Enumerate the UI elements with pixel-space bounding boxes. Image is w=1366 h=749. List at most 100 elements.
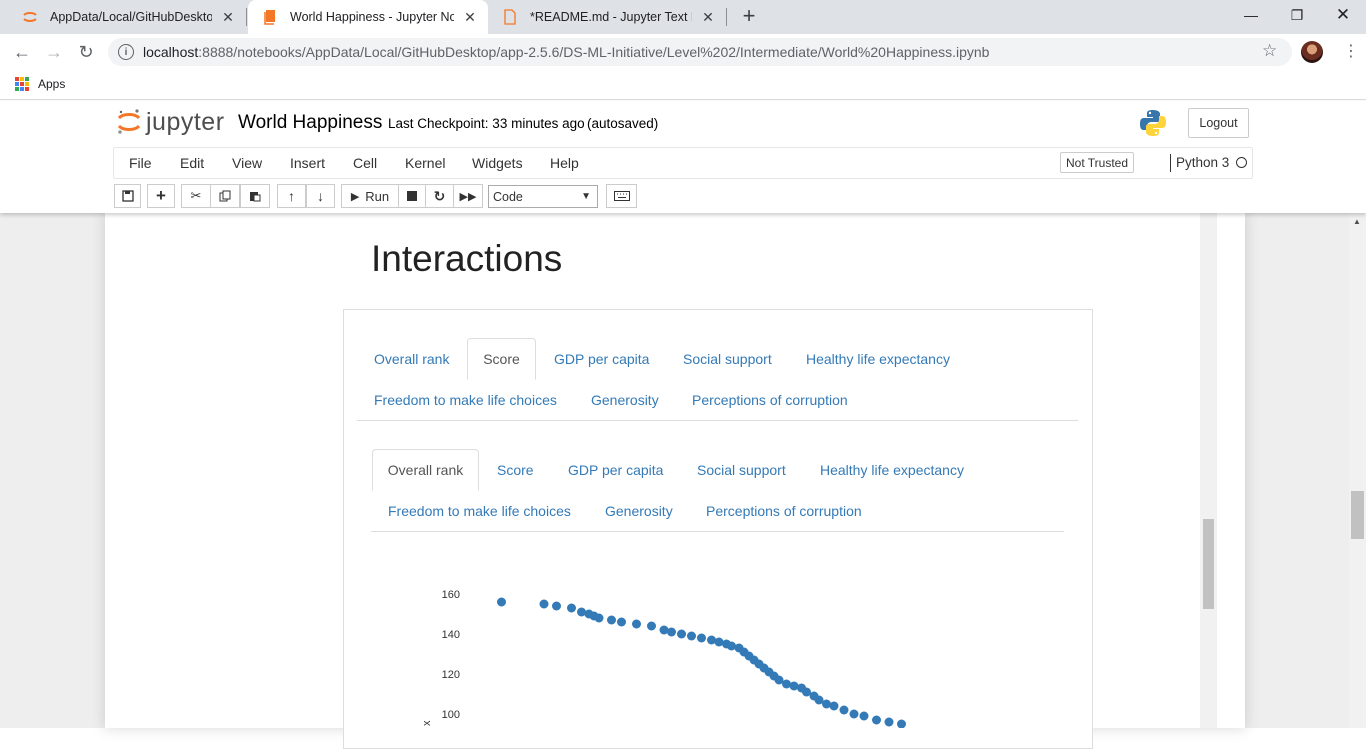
close-window-icon[interactable]: ✕ xyxy=(1320,0,1366,30)
cut-button[interactable]: ✂ xyxy=(181,184,211,208)
browser-tab-2[interactable]: World Happiness - Jupyter Noteb ✕ xyxy=(248,0,488,34)
outer-tab-freedom[interactable]: Freedom to make life choices xyxy=(374,379,557,421)
browser-tab-title: World Happiness - Jupyter Noteb xyxy=(290,10,454,24)
play-icon: ▶ xyxy=(350,190,360,203)
close-tab-icon[interactable]: ✕ xyxy=(462,9,478,25)
back-arrow-icon[interactable]: ← xyxy=(8,38,36,66)
move-up-button[interactable]: ↑ xyxy=(277,184,306,208)
apps-bookmark[interactable]: Apps xyxy=(38,77,65,91)
restart-icon: ↻ xyxy=(433,187,446,204)
page-scrollbar[interactable]: ▲ xyxy=(1349,213,1366,728)
close-tab-icon[interactable]: ✕ xyxy=(220,9,236,25)
interrupt-button[interactable] xyxy=(398,184,426,208)
reload-icon[interactable]: ↻ xyxy=(72,38,100,66)
restart-run-all-button[interactable]: ▶▶ xyxy=(453,184,483,208)
menu-insert[interactable]: Insert xyxy=(290,155,325,171)
copy-button[interactable] xyxy=(210,184,240,208)
apps-grid-icon[interactable] xyxy=(15,77,29,91)
scatter-point xyxy=(552,601,561,611)
not-trusted-badge[interactable]: Not Trusted xyxy=(1060,152,1134,173)
file-favicon-icon xyxy=(502,9,518,25)
scatter-point xyxy=(849,709,859,719)
inner-tab-healthy-life-expectancy[interactable]: Healthy life expectancy xyxy=(820,449,964,491)
scatter-point xyxy=(677,629,686,639)
scatter-point xyxy=(539,599,549,609)
autosave-status: (autosaved) xyxy=(587,116,659,131)
save-icon xyxy=(121,190,134,202)
outer-tab-healthy-life-expectancy[interactable]: Healthy life expectancy xyxy=(806,338,950,380)
outer-tab-generosity[interactable]: Generosity xyxy=(591,379,659,421)
scatter-point xyxy=(632,619,641,629)
scatter-chart: 100 120 140 160 x xyxy=(421,589,906,728)
outer-tab-overall-rank[interactable]: Overall rank xyxy=(374,338,449,380)
notebook-name[interactable]: World Happiness xyxy=(238,112,382,134)
inner-tab-freedom[interactable]: Freedom to make life choices xyxy=(388,490,571,532)
inner-tab-social-support[interactable]: Social support xyxy=(697,449,786,491)
insert-cell-button[interactable]: + xyxy=(147,184,175,208)
markdown-heading: Interactions xyxy=(371,238,563,279)
command-palette-button[interactable] xyxy=(606,184,637,208)
browser-menu-icon[interactable]: ⋮ xyxy=(1343,41,1359,61)
plus-icon: + xyxy=(156,186,166,205)
paste-button[interactable] xyxy=(240,184,270,208)
scatter-point xyxy=(667,627,676,637)
site-info-icon[interactable]: i xyxy=(118,44,134,60)
y-axis-label: x xyxy=(421,720,433,726)
save-button[interactable] xyxy=(114,184,141,208)
new-tab-plus-icon[interactable]: + xyxy=(737,5,761,29)
copy-icon xyxy=(219,190,231,202)
scatter-point xyxy=(687,631,696,641)
menu-widgets[interactable]: Widgets xyxy=(472,155,523,171)
scatter-point xyxy=(697,633,706,643)
scatter-point xyxy=(607,615,616,625)
keyboard-icon xyxy=(613,191,630,201)
run-button[interactable]: ▶ Run xyxy=(341,184,399,208)
minimize-window-icon[interactable]: — xyxy=(1228,0,1274,30)
inner-tab-gdp-per-capita[interactable]: GDP per capita xyxy=(568,449,663,491)
output-scrollbar[interactable] xyxy=(1200,213,1217,728)
browser-tab-3[interactable]: *README.md - Jupyter Text Edito ✕ xyxy=(488,0,726,34)
restart-button[interactable]: ↻ xyxy=(425,184,454,208)
kernel-idle-indicator-icon xyxy=(1236,157,1247,168)
jupyter-favicon-icon xyxy=(22,9,38,25)
scatter-point xyxy=(884,717,894,727)
outer-tab-corruption[interactable]: Perceptions of corruption xyxy=(692,379,848,421)
inner-tab-corruption[interactable]: Perceptions of corruption xyxy=(706,490,862,532)
scatter-point xyxy=(647,621,656,631)
cell-type-select[interactable]: Code ▼ xyxy=(488,185,598,208)
checkpoint-status: Last Checkpoint: 33 minutes ago xyxy=(388,116,585,131)
browser-tab-title: AppData/Local/GitHubDesktop/a xyxy=(50,10,212,24)
paste-icon xyxy=(250,192,261,202)
close-tab-icon[interactable]: ✕ xyxy=(700,9,716,25)
inner-tab-generosity[interactable]: Generosity xyxy=(605,490,673,532)
menu-file[interactable]: File xyxy=(129,155,152,171)
menu-cell[interactable]: Cell xyxy=(353,155,377,171)
forward-arrow-icon[interactable]: → xyxy=(40,38,68,66)
url-text[interactable]: localhost:8888/notebooks/AppData/Local/G… xyxy=(143,44,989,60)
scatter-point xyxy=(617,617,626,627)
bookmarks-bar xyxy=(0,70,1366,100)
inner-tab-score[interactable]: Score xyxy=(497,449,534,491)
jupyter-logo-text[interactable]: jupyter xyxy=(146,108,225,137)
menu-edit[interactable]: Edit xyxy=(180,155,204,171)
outer-tab-social-support[interactable]: Social support xyxy=(683,338,772,380)
bookmark-star-icon[interactable]: ☆ xyxy=(1262,41,1277,61)
python-logo-icon xyxy=(1140,110,1166,136)
outer-tab-gdp-per-capita[interactable]: GDP per capita xyxy=(554,338,649,380)
y-tick-label: 160 xyxy=(442,589,460,601)
menu-help[interactable]: Help xyxy=(550,155,579,171)
logout-button[interactable]: Logout xyxy=(1188,108,1249,138)
menu-kernel[interactable]: Kernel xyxy=(405,155,445,171)
kernel-name[interactable]: Python 3 xyxy=(1176,155,1229,170)
browser-tab-1[interactable]: AppData/Local/GitHubDesktop/a ✕ xyxy=(8,0,246,34)
outer-tab-score[interactable]: Score xyxy=(467,338,536,380)
restore-window-icon[interactable]: ❐ xyxy=(1274,0,1320,30)
move-down-button[interactable]: ↓ xyxy=(306,184,335,208)
scatter-point xyxy=(859,711,869,721)
scissors-icon: ✂ xyxy=(190,188,202,203)
inner-tabs-divider xyxy=(371,531,1064,532)
inner-tab-overall-rank[interactable]: Overall rank xyxy=(372,449,479,491)
menu-view[interactable]: View xyxy=(232,155,262,171)
profile-avatar[interactable] xyxy=(1301,41,1323,63)
jupyter-logo-icon[interactable] xyxy=(116,107,142,137)
